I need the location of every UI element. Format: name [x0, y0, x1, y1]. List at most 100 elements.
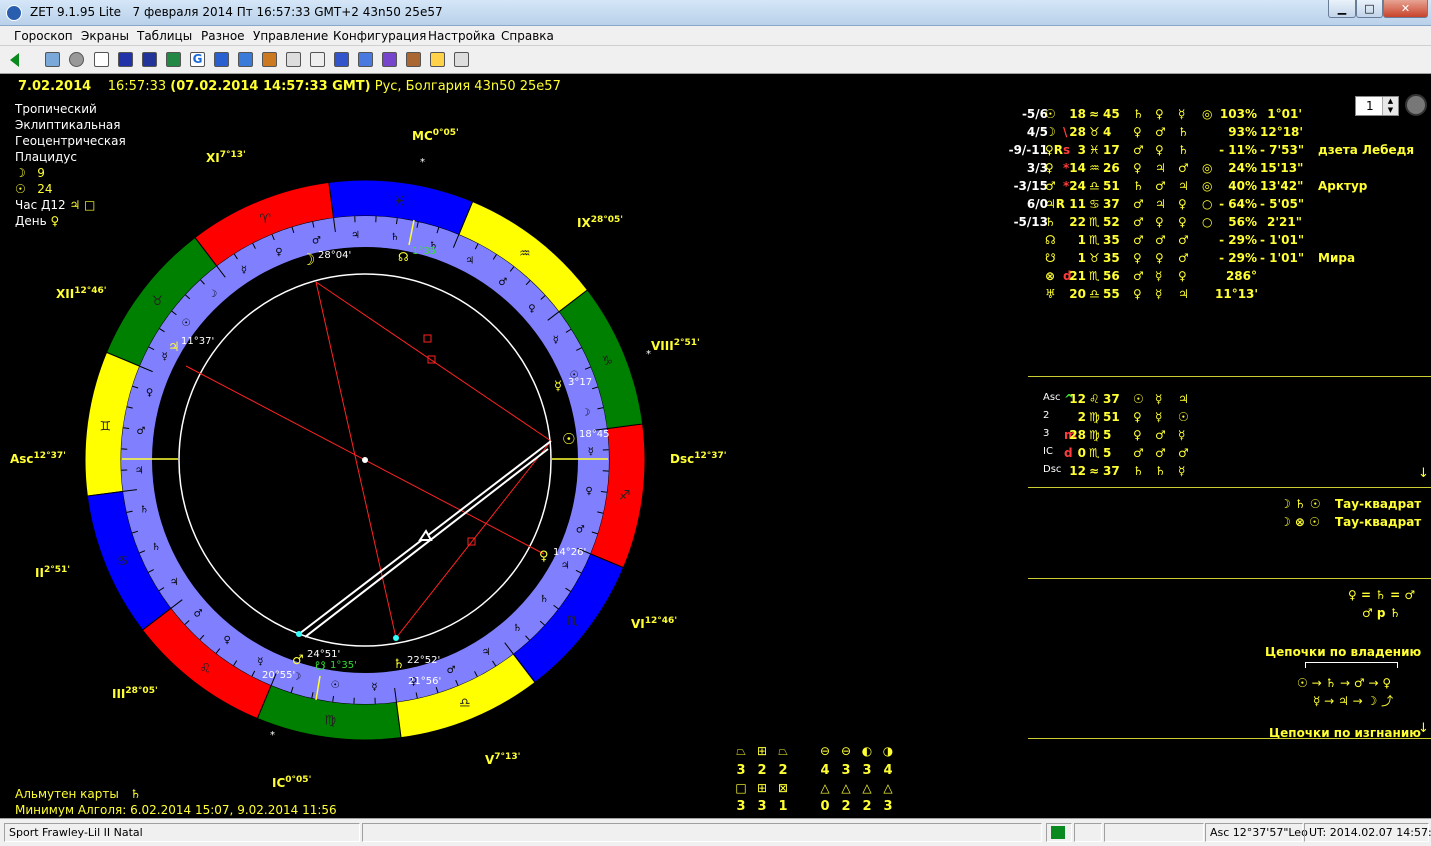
- term-ruler-glyph-icon: ☿: [162, 351, 168, 362]
- zodiac-sign-glyph-icon: ♓: [394, 194, 406, 209]
- planet-r2: ♀: [1155, 143, 1164, 157]
- angle-r1: ☉: [1133, 392, 1144, 406]
- term-ruler-glyph-icon: ♀: [528, 304, 535, 315]
- planet-orb: 13'42": [1260, 179, 1304, 193]
- status-bar: Sport Frawley-Lil II Natal Asc 12°37'57"…: [0, 818, 1431, 846]
- planet-r2: ♃: [1155, 197, 1166, 211]
- table-icon[interactable]: [286, 52, 301, 67]
- status-indicator: [1046, 823, 1072, 842]
- angle-r2: ☿: [1155, 410, 1163, 424]
- warning-icon[interactable]: [430, 52, 445, 67]
- count-value: 4: [820, 763, 830, 778]
- planet-glyph: ☋: [1045, 251, 1056, 265]
- tools-icon[interactable]: [406, 52, 421, 67]
- count-value: 2: [841, 799, 851, 814]
- planet-min: 45: [1103, 107, 1120, 121]
- mars-glyph-icon: ♂: [292, 653, 304, 668]
- sun-glyph-icon: ☉: [562, 430, 575, 448]
- planet-score: 6/0: [1026, 197, 1048, 211]
- term-ruler-glyph-icon: ☽: [581, 407, 590, 418]
- count-value: 3: [736, 763, 746, 778]
- moon-glyph-icon: ☽: [301, 250, 315, 269]
- planet-glyph: ♂: [1045, 179, 1056, 193]
- triplicity-icon: △: [862, 781, 872, 795]
- south-node-glyph-icon: ☋: [315, 659, 326, 673]
- term-ruler-glyph-icon: ♀: [223, 635, 230, 646]
- scroll-down-icon[interactable]: ↓: [1418, 466, 1429, 481]
- planet-r2: ♂: [1155, 233, 1166, 247]
- menu-control[interactable]: Управление: [253, 29, 328, 43]
- planet-score: -9/-11: [1008, 143, 1048, 157]
- angle-r1: ♂: [1133, 446, 1144, 460]
- angle-r1: ♀: [1133, 410, 1142, 424]
- planet-min: 52: [1103, 215, 1120, 229]
- divider: [1028, 738, 1431, 739]
- globe-icon[interactable]: [1405, 94, 1427, 116]
- menu-configuration[interactable]: Конфигурация: [333, 29, 426, 43]
- book-icon[interactable]: [214, 52, 229, 67]
- term-ruler-glyph-icon: ☿: [588, 447, 594, 458]
- planet-r2: ♃: [1155, 161, 1166, 175]
- menu-settings[interactable]: Настройка: [428, 29, 495, 43]
- person-icon[interactable]: [454, 52, 469, 67]
- planet-r3: ♂: [1178, 161, 1189, 175]
- jupiter-degree: 11°37': [181, 336, 214, 347]
- quadruplicity-icon: □: [735, 781, 747, 795]
- bird-icon[interactable]: [262, 52, 277, 67]
- zodiac-sign-glyph-icon: ♍: [325, 714, 337, 729]
- planet-pct: - 64%: [1219, 197, 1257, 211]
- count-value: 2: [778, 763, 788, 778]
- planet-r2: ♀: [1155, 215, 1164, 229]
- menu-horoscope[interactable]: Гороскоп: [14, 29, 73, 43]
- close-button[interactable]: ✕: [1383, 0, 1428, 18]
- page-spinner[interactable]: 1 ▲ ▼: [1355, 96, 1399, 116]
- planet-glyph: ♀R: [1045, 143, 1064, 157]
- house-label-dsc: Dsc12°37': [670, 451, 727, 466]
- planet-glyph: ☊: [1045, 233, 1056, 247]
- moon-degree: 28°04': [318, 250, 351, 261]
- wheel-icon[interactable]: [94, 52, 109, 67]
- menu-misc[interactable]: Разное: [201, 29, 245, 43]
- house-label-ix: IX28°05': [577, 215, 624, 230]
- check-icon[interactable]: [238, 52, 253, 67]
- europe-flag-icon[interactable]: [142, 52, 157, 67]
- chart-header: 7.02.2014 16:57:33 (07.02.2014 14:57:33 …: [18, 79, 561, 94]
- count-value: 3: [841, 763, 851, 778]
- spinner-arrows-icon[interactable]: ▲ ▼: [1382, 97, 1398, 115]
- minimize-button[interactable]: ▁: [1328, 0, 1356, 18]
- compass-icon[interactable]: [310, 52, 325, 67]
- term-ruler-glyph-icon: ♄: [140, 505, 149, 516]
- planet-r1: ♂: [1133, 197, 1144, 211]
- angle-deg: 0: [1077, 446, 1086, 460]
- count-value: 1: [778, 799, 788, 814]
- star-chart-icon[interactable]: [118, 52, 133, 67]
- term-ruler-glyph-icon: ♃: [465, 256, 474, 267]
- planet-r1: ♀: [1133, 125, 1142, 139]
- target-icon[interactable]: [382, 52, 397, 67]
- term-ruler-glyph-icon: ♃: [561, 561, 570, 572]
- planet-r3: ♀: [1178, 197, 1187, 211]
- google-icon[interactable]: G: [190, 52, 205, 67]
- angle-min: 51: [1103, 410, 1120, 424]
- exile-arrow-icon[interactable]: ↓: [1418, 721, 1429, 736]
- menu-tables[interactable]: Таблицы: [137, 29, 192, 43]
- back-arrow-icon[interactable]: [10, 53, 19, 67]
- planet-glyph: ♃R: [1045, 197, 1065, 211]
- angle-r2: ♂: [1155, 428, 1166, 442]
- angle-min: 37: [1103, 392, 1120, 406]
- saturn-glyph-icon: ♄: [393, 657, 405, 672]
- menu-screens[interactable]: Экраны: [81, 29, 129, 43]
- planet-sign: ♉: [1089, 125, 1100, 139]
- maximize-button[interactable]: □: [1356, 0, 1383, 18]
- planet-sign: ♏: [1089, 269, 1100, 283]
- grid-icon[interactable]: [45, 52, 60, 67]
- planet-r3: ♂: [1178, 251, 1189, 265]
- wand-icon[interactable]: [358, 52, 373, 67]
- disc-icon[interactable]: [69, 52, 84, 67]
- planet-pct: 40%: [1228, 179, 1257, 193]
- screen-icon[interactable]: [334, 52, 349, 67]
- term-ruler-glyph-icon: ♃: [351, 230, 360, 241]
- map-icon[interactable]: [166, 52, 181, 67]
- menu-help[interactable]: Справка: [501, 29, 554, 43]
- angle-r1: ♀: [1133, 428, 1142, 442]
